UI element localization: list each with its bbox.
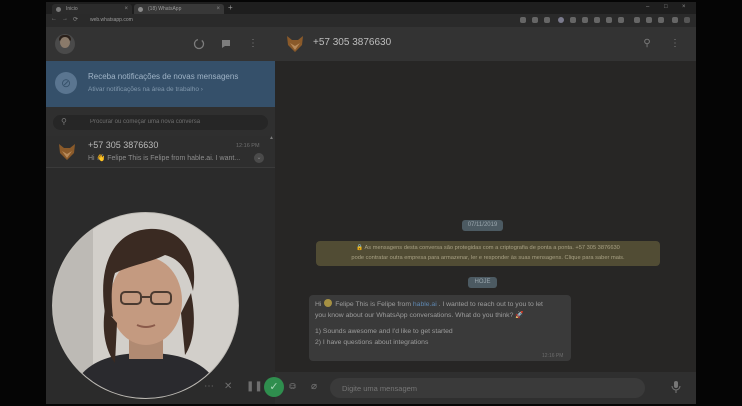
message-input-placeholder: Digite uma mensagem [342, 384, 418, 393]
status-icon[interactable] [193, 38, 205, 50]
message-line-1: Hi Felipe This is Felipe from hable.ai .… [315, 299, 565, 310]
confirm-check-icon[interactable]: ✓ [264, 377, 284, 397]
enable-notifications-link[interactable]: Ativar notificações na área de trabalho … [88, 86, 268, 93]
search-placeholder: Procurar ou começar uma nova conversa [90, 119, 201, 125]
tab-label: Inicio [66, 6, 78, 12]
extension-icon[interactable] [658, 17, 664, 23]
notification-banner[interactable]: ⊘ Receba notificações de novas mensagens… [46, 61, 275, 107]
webcam-person-image [53, 213, 238, 398]
menu-icon[interactable]: ⋮ [247, 38, 259, 50]
close-tab-icon[interactable]: × [216, 4, 220, 14]
whatsapp-favicon-icon [138, 7, 143, 12]
mic-svg [671, 381, 681, 393]
address-bar-row: ← → ⟳ web.whatsapp.com [46, 14, 696, 27]
recording-controls: ⋯ ✕ ❚❚ ✓ ☺ [196, 376, 306, 400]
conversation-header: +57 305 3876630 ⚲ ⋮ [275, 27, 696, 61]
tab-label: (18) WhatsApp [148, 6, 182, 12]
browser-menu-icon[interactable] [684, 17, 690, 23]
extension-icon[interactable] [544, 17, 550, 23]
maximize-button[interactable]: □ [664, 4, 668, 10]
extension-icon[interactable] [532, 17, 538, 23]
search-input[interactable]: ⚲ Procurar ou começar uma nova conversa [53, 115, 268, 130]
encryption-line-2: pode contratar outra empresa para armaze… [351, 255, 625, 261]
scroll-up-arrow-icon[interactable]: ▲ [269, 135, 274, 141]
extension-icon[interactable] [594, 17, 600, 23]
chat-timestamp: 12:16 PM [236, 143, 260, 149]
more-icon[interactable]: ⋯ [204, 379, 214, 395]
url-field[interactable]: web.whatsapp.com [90, 16, 550, 25]
profile-avatar[interactable] [55, 34, 75, 54]
extension-icon[interactable] [606, 17, 612, 23]
tab-inicio[interactable]: Inicio × [52, 4, 132, 14]
close-window-button[interactable]: × [682, 4, 686, 10]
forward-button[interactable]: → [62, 16, 68, 22]
conversation-contact-name[interactable]: +57 305 3876630 [313, 37, 391, 48]
emoji-icon[interactable]: ☺ [288, 379, 298, 395]
extension-icon[interactable] [646, 17, 652, 23]
message-link[interactable]: hable.ai [413, 301, 437, 308]
new-tab-button[interactable]: + [228, 3, 233, 12]
close-tab-icon[interactable]: × [124, 4, 128, 14]
chat-bubble-svg [222, 40, 230, 48]
waving-hand-emoji-icon [324, 299, 333, 307]
tab-whatsapp[interactable]: (18) WhatsApp × [134, 4, 224, 14]
menu-icon[interactable]: ⋮ [669, 38, 681, 50]
tab-favicon-icon [56, 7, 61, 12]
chat-list-item[interactable]: +57 305 3876630 12:16 PM Hi 👋 Felipe Thi… [46, 136, 275, 168]
compose-bar: ☺ ⌀ Digite uma mensagem [275, 372, 696, 404]
conversation-panel: +57 305 3876630 ⚲ ⋮ 07/11/2019 🔒 As mens… [275, 27, 696, 404]
today-separator: HOJE [468, 277, 497, 288]
search-icon: ⚲ [61, 117, 67, 126]
extension-icon[interactable] [672, 17, 678, 23]
extension-icon[interactable] [582, 17, 588, 23]
browser-tab-bar: Inicio × (18) WhatsApp × + – □ × [46, 2, 696, 14]
message-intro: Felipe This is Felipe from [335, 301, 413, 308]
message-line-2: you know about our WhatsApp conversation… [315, 312, 524, 319]
bell-off-icon: ⊘ [55, 72, 77, 94]
back-button[interactable]: ← [51, 16, 57, 22]
incoming-message-bubble[interactable]: Hi Felipe This is Felipe from hable.ai .… [309, 295, 571, 361]
screen-frame: Inicio × (18) WhatsApp × + – □ × ← → ⟳ w… [0, 0, 742, 406]
chat-preview: Hi 👋 Felipe This is Felipe from hable.ai… [88, 155, 241, 162]
microphone-icon[interactable] [671, 381, 681, 397]
extension-icon[interactable] [570, 17, 576, 23]
minimize-button[interactable]: – [646, 4, 649, 10]
avatar-face [60, 37, 70, 48]
message-timestamp: 12:16 PM [542, 353, 564, 359]
webcam-overlay [52, 212, 239, 399]
pause-icon[interactable]: ❚❚ [246, 379, 263, 395]
reload-button[interactable]: ⟳ [73, 16, 78, 23]
chat-contact-name: +57 305 3876630 [88, 140, 159, 150]
attach-icon[interactable]: ⌀ [311, 381, 317, 393]
message-option-1: 1) Sounds awesome and I'd like to get st… [315, 328, 453, 335]
message-greeting: Hi [315, 301, 322, 308]
fox-avatar-icon[interactable] [286, 35, 304, 53]
search-section: ⚲ Procurar ou começar uma nova conversa [46, 107, 275, 136]
sidebar-header: ⋮ [46, 27, 275, 61]
new-chat-icon[interactable] [220, 38, 232, 50]
message-line-1-end: . I wanted to reach out to you to let [438, 301, 543, 308]
cancel-icon[interactable]: ✕ [224, 379, 232, 395]
chevron-down-icon[interactable]: ⌄ [254, 153, 264, 163]
extension-icon[interactable] [558, 17, 564, 23]
date-separator: 07/11/2019 [462, 220, 503, 231]
message-input[interactable]: Digite uma mensagem [330, 378, 645, 398]
extension-icon[interactable] [520, 17, 526, 23]
notification-title: Receba notificações de novas mensagens [88, 72, 239, 81]
extension-icon[interactable] [618, 17, 624, 23]
status-ring-svg [193, 38, 205, 50]
encryption-line-1: 🔒 As mensagens desta conversa são proteg… [356, 245, 620, 251]
encryption-notice[interactable]: 🔒 As mensagens desta conversa são proteg… [316, 241, 660, 266]
fox-avatar-icon [59, 144, 75, 160]
extension-icon[interactable] [634, 17, 640, 23]
search-icon[interactable]: ⚲ [641, 38, 653, 50]
message-option-2: 2) I have questions about integrations [315, 339, 429, 346]
